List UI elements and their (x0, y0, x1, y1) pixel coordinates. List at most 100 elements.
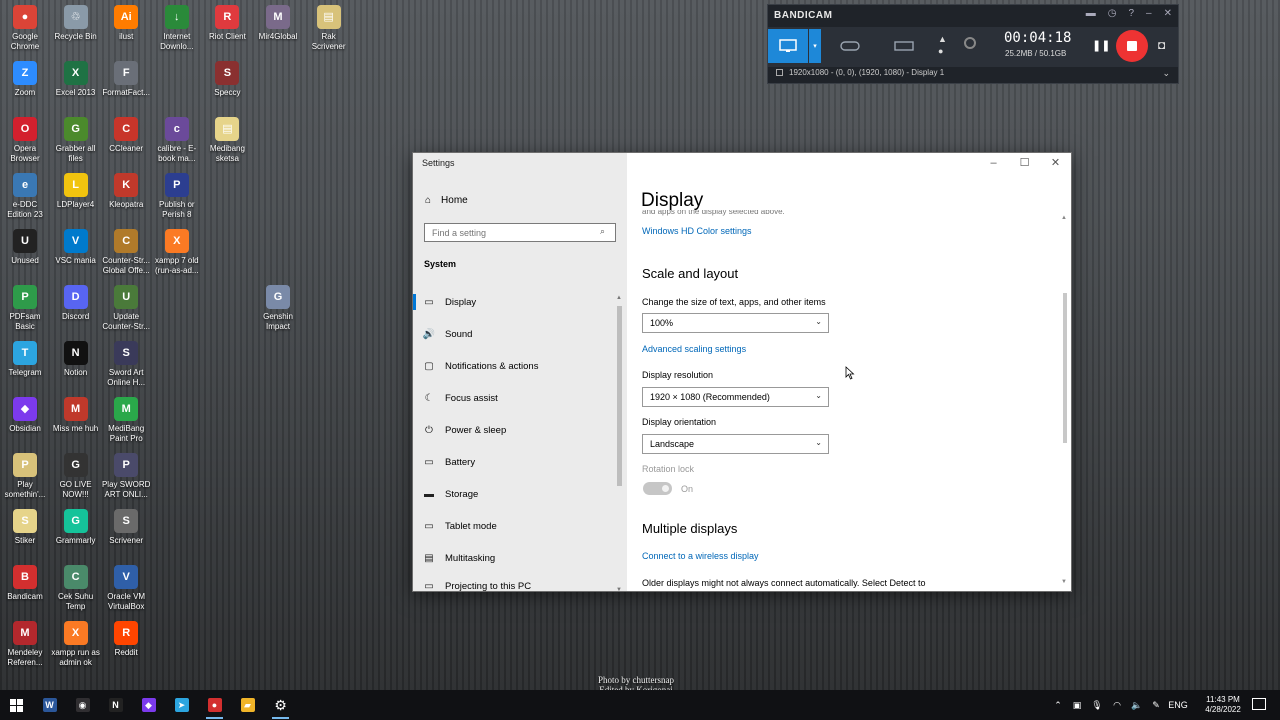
start-button[interactable] (0, 690, 33, 720)
desktop-icon[interactable]: C Counter-Str... Global Offe... (101, 224, 151, 276)
folder-icon[interactable]: ▬ (1086, 8, 1096, 19)
desktop-icon[interactable]: P Play SWORD ART ONLI... (101, 448, 151, 500)
taskbar-app-word[interactable]: W (33, 690, 66, 720)
desktop-icon[interactable]: ↓ Internet Downlo... (152, 0, 202, 52)
nav-item[interactable]: ☾ Focus assist (413, 386, 617, 410)
taskbar-app-telegram[interactable]: ➤ (165, 690, 198, 720)
screenshot-camera-icon[interactable]: ◘ (1158, 38, 1165, 52)
desktop-icon[interactable]: Xxampp run as admin ok (51, 616, 101, 668)
resolution-dropdown[interactable]: 1920 × 1080 (Recommended) ⌄ (642, 387, 829, 407)
desktop-icon[interactable]: U Unused (0, 224, 50, 266)
scale-dropdown[interactable]: 100% ⌄ (642, 313, 829, 333)
scroll-up-icon[interactable]: ▲ (616, 295, 622, 301)
scroll-down-icon[interactable]: ▼ (1061, 579, 1067, 585)
microphone-icon[interactable]: 🎙 (1087, 700, 1107, 711)
wireless-display-link[interactable]: Connect to a wireless display (642, 551, 759, 561)
screen-record-mode-button[interactable] (768, 29, 808, 63)
advanced-scaling-link[interactable]: Advanced scaling settings (642, 344, 746, 354)
hd-color-settings-link[interactable]: Windows HD Color settings (642, 226, 752, 236)
nav-item[interactable]: ▭ Battery (413, 450, 617, 474)
desktop-icon[interactable]: T Telegram (0, 336, 50, 378)
sidebar-scrollbar-thumb[interactable] (617, 306, 622, 486)
close-icon[interactable]: ✕ (1164, 8, 1172, 19)
content-scrollbar-thumb[interactable] (1063, 293, 1067, 443)
desktop-icon[interactable]: G Grabber all files (51, 112, 101, 164)
nav-item[interactable]: ⏻ Power & sleep (413, 418, 617, 442)
pause-button[interactable]: ❚❚ (1092, 39, 1110, 52)
desktop-icon[interactable]: S Sword Art Online H... (101, 336, 151, 388)
desktop-icon[interactable]: Xxampp 7 old (run-as-ad... (152, 224, 202, 276)
game-record-mode-button[interactable] (830, 29, 870, 63)
nav-item[interactable]: ▬ Storage (413, 482, 617, 506)
notification-center-icon[interactable] (1252, 698, 1266, 710)
hardware-icon[interactable]: ▣ (1067, 700, 1087, 711)
taskbar-clock[interactable]: 11:43 PM 4/28/2022 (1200, 695, 1246, 715)
language-indicator[interactable]: ENG (1165, 700, 1191, 710)
taskbar-app-file-explorer[interactable]: ▰ (231, 690, 264, 720)
device-record-mode-button[interactable] (884, 29, 924, 63)
nav-item[interactable]: ▢ Notifications & actions (413, 354, 617, 378)
webcam-icon[interactable] (964, 37, 976, 49)
edit-pen-icon[interactable]: ✎ (1147, 700, 1165, 711)
find-setting-input[interactable] (424, 223, 616, 242)
scroll-down-icon[interactable]: ▼ (616, 587, 622, 593)
sidebar-scrollbar[interactable]: ▲ ▼ (616, 295, 623, 593)
desktop-icon[interactable]: P Publish or Perish 8 (152, 168, 202, 220)
desktop-icon[interactable]: Z Zoom (0, 56, 50, 98)
desktop-icon[interactable]: O Opera Browser (0, 112, 50, 164)
desktop-icon[interactable]: R Reddit (101, 616, 151, 658)
desktop-icon[interactable]: e e-DDC Edition 23 (0, 168, 50, 220)
taskbar-app-obsidian[interactable]: ◆ (132, 690, 165, 720)
desktop-icon[interactable]: P Play somethin'... (0, 448, 50, 500)
desktop-icon[interactable]: ♲ Recycle Bin (51, 0, 101, 42)
desktop-icon[interactable]: Ai ilust (101, 0, 151, 42)
desktop-icon[interactable]: S Stiker (0, 504, 50, 546)
expand-chevron-icon[interactable]: ⌄ (1162, 68, 1170, 79)
desktop-icon[interactable]: B Bandicam (0, 560, 50, 602)
desktop-icon[interactable]: R Riot Client (202, 0, 252, 42)
desktop-icon[interactable]: G GO LIVE NOW!!! (51, 448, 101, 500)
content-scrollbar[interactable]: ▲ ▼ (1061, 213, 1069, 589)
desktop-icon[interactable]: P PDFsam Basic (0, 280, 50, 332)
microphone-icon[interactable]: ▲ ● (938, 33, 947, 57)
chevron-up-icon[interactable]: ⌃ (1049, 700, 1067, 711)
nav-item[interactable]: 🔊 Sound (413, 322, 617, 346)
desktop-icon[interactable]: ▤ Medibang sketsa (202, 112, 252, 164)
desktop-icon[interactable]: L LDPlayer4 (51, 168, 101, 210)
taskbar-app-bandicam[interactable]: ● (198, 690, 231, 720)
stop-record-button[interactable] (1116, 30, 1148, 62)
desktop-icon[interactable]: U Update Counter-Str... (101, 280, 151, 332)
desktop-icon[interactable]: ● Google Chrome (0, 0, 50, 52)
scroll-up-icon[interactable]: ▲ (1061, 215, 1067, 221)
desktop-icon[interactable]: K Kleopatra (101, 168, 151, 210)
nav-item[interactable]: ▤ Multitasking (413, 546, 617, 570)
chevron-down-icon[interactable]: ▾ (809, 29, 821, 63)
taskbar-app-notion[interactable]: N (99, 690, 132, 720)
desktop-icon[interactable]: c calibre - E-book ma... (152, 112, 202, 164)
minimize-icon[interactable]: – (1146, 8, 1152, 19)
desktop-icon[interactable]: G Genshin Impact (253, 280, 303, 332)
desktop-icon[interactable]: D Discord (51, 280, 101, 322)
desktop-icon[interactable]: V VSC mania (51, 224, 101, 266)
desktop-icon[interactable]: C Cek Suhu Temp (51, 560, 101, 612)
desktop-icon[interactable]: S Scrivener (101, 504, 151, 546)
orientation-dropdown[interactable]: Landscape ⌄ (642, 434, 829, 454)
volume-icon[interactable]: 🔈 (1127, 700, 1147, 711)
desktop-icon[interactable]: F FormatFact... (101, 56, 151, 98)
desktop-icon[interactable]: X Excel 2013 (51, 56, 101, 98)
nav-item[interactable]: ▭ Display (413, 290, 617, 314)
desktop-icon[interactable]: M Mendeley Referen... (0, 616, 50, 668)
rotation-lock-toggle[interactable] (643, 482, 672, 495)
desktop-icon[interactable]: M MediBang Paint Pro (101, 392, 151, 444)
help-icon[interactable]: ? (1128, 8, 1134, 19)
desktop-icon[interactable]: M Miss me huh (51, 392, 101, 434)
desktop-icon[interactable]: G Grammarly (51, 504, 101, 546)
desktop-icon[interactable]: C CCleaner (101, 112, 151, 154)
desktop-icon[interactable]: M Mir4Global (253, 0, 303, 42)
desktop-icon[interactable]: ◆ Obsidian (0, 392, 50, 434)
clock-icon[interactable]: ◷ (1108, 8, 1117, 19)
desktop-icon[interactable]: N Notion (51, 336, 101, 378)
home-nav-item[interactable]: ⌂ Home (425, 195, 468, 206)
wifi-icon[interactable]: ◠ (1107, 700, 1127, 711)
desktop-icon[interactable]: ▤ Rak Scrivener (304, 0, 354, 52)
